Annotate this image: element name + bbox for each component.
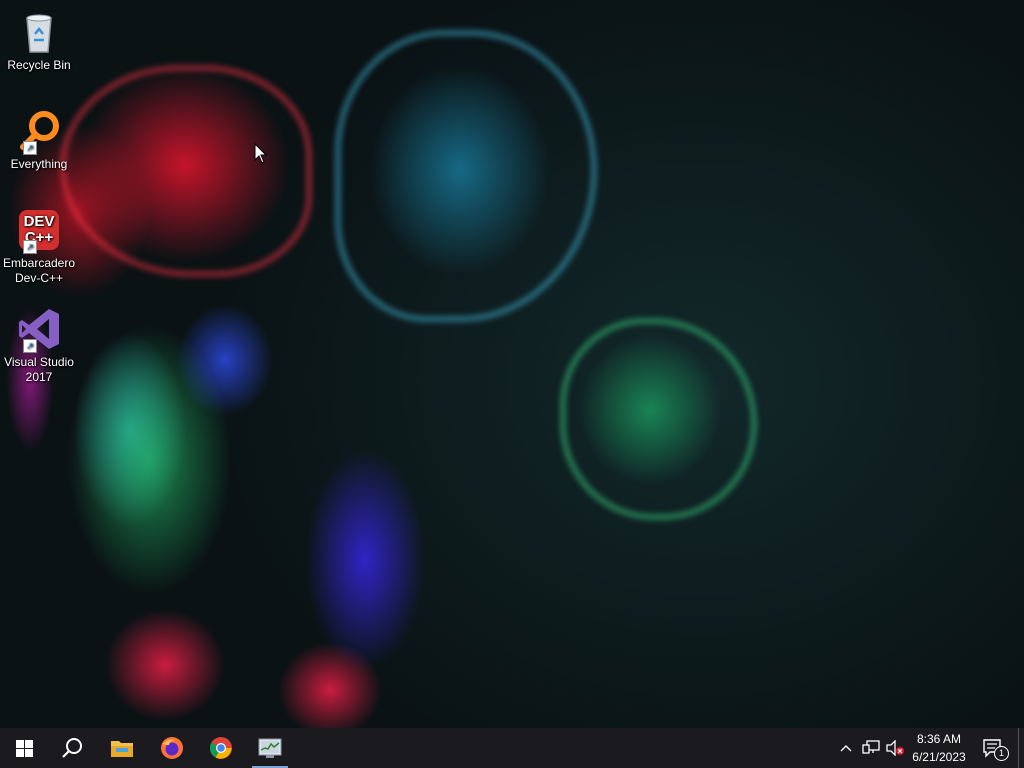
- action-center-button[interactable]: 1: [978, 728, 1009, 768]
- desktop-icon-visual-studio[interactable]: ↗ Visual Studio 2017: [0, 299, 78, 385]
- shortcut-arrow-icon: ↗: [23, 339, 37, 353]
- firefox-icon: [161, 737, 183, 759]
- task-manager-button[interactable]: [246, 728, 294, 768]
- devcpp-label-line2: Dev-C++: [14, 271, 64, 285]
- desktop-background[interactable]: Recycle Bin ↗ Everything DEV C++ ↗ Embar…: [0, 0, 1024, 728]
- recycle-bin-icon: [15, 8, 63, 56]
- shortcut-arrow-icon: ↗: [23, 141, 37, 155]
- task-manager-icon: [258, 738, 282, 758]
- wallpaper-swirl-green: [560, 318, 757, 520]
- visual-studio-label-line1: Visual Studio: [4, 355, 74, 369]
- volume-button[interactable]: [884, 728, 906, 768]
- desktop-icon-devcpp[interactable]: DEV C++ ↗ Embarcadero Dev-C++: [0, 200, 78, 286]
- devcpp-icon: DEV C++ ↗: [15, 206, 63, 254]
- visual-studio-label-line2: 2017: [25, 370, 53, 384]
- search-button[interactable]: [48, 728, 96, 768]
- wallpaper-swirl-cyan: [335, 30, 597, 322]
- desktop-icon-recycle-bin[interactable]: Recycle Bin: [0, 2, 78, 73]
- notification-count-badge: 1: [994, 746, 1009, 761]
- volume-muted-icon: [886, 740, 904, 756]
- show-desktop-button[interactable]: [1018, 728, 1024, 768]
- network-icon: [862, 740, 880, 754]
- folder-icon: [111, 741, 133, 757]
- chrome-button[interactable]: [197, 728, 245, 768]
- chevron-up-icon: [840, 745, 852, 752]
- everything-label: Everything: [10, 157, 68, 171]
- devcpp-label-line1: Embarcadero: [2, 256, 76, 270]
- network-button[interactable]: [860, 728, 882, 768]
- chrome-icon: [210, 737, 232, 759]
- shortcut-arrow-icon: ↗: [23, 240, 37, 254]
- desktop-icon-everything[interactable]: ↗ Everything: [0, 101, 78, 172]
- visual-studio-icon: ↗: [15, 305, 63, 353]
- clock-time: 8:36 AM: [916, 732, 962, 746]
- search-icon: [62, 738, 82, 758]
- show-hidden-icons-button[interactable]: [836, 728, 856, 768]
- clock-date: 6/21/2023: [912, 750, 966, 764]
- wallpaper-swirl-red: [60, 65, 312, 277]
- taskbar: 8:36 AM 6/21/2023 1: [0, 728, 1024, 768]
- start-button[interactable]: [0, 728, 48, 768]
- devcpp-icon-text-top: DEV: [23, 213, 55, 230]
- file-explorer-button[interactable]: [98, 728, 146, 768]
- recycle-bin-label: Recycle Bin: [7, 58, 71, 72]
- clock[interactable]: 8:36 AM 6/21/2023: [904, 730, 974, 766]
- everything-search-icon: ↗: [15, 107, 63, 155]
- windows-logo-icon: [15, 739, 33, 757]
- firefox-button[interactable]: [148, 728, 196, 768]
